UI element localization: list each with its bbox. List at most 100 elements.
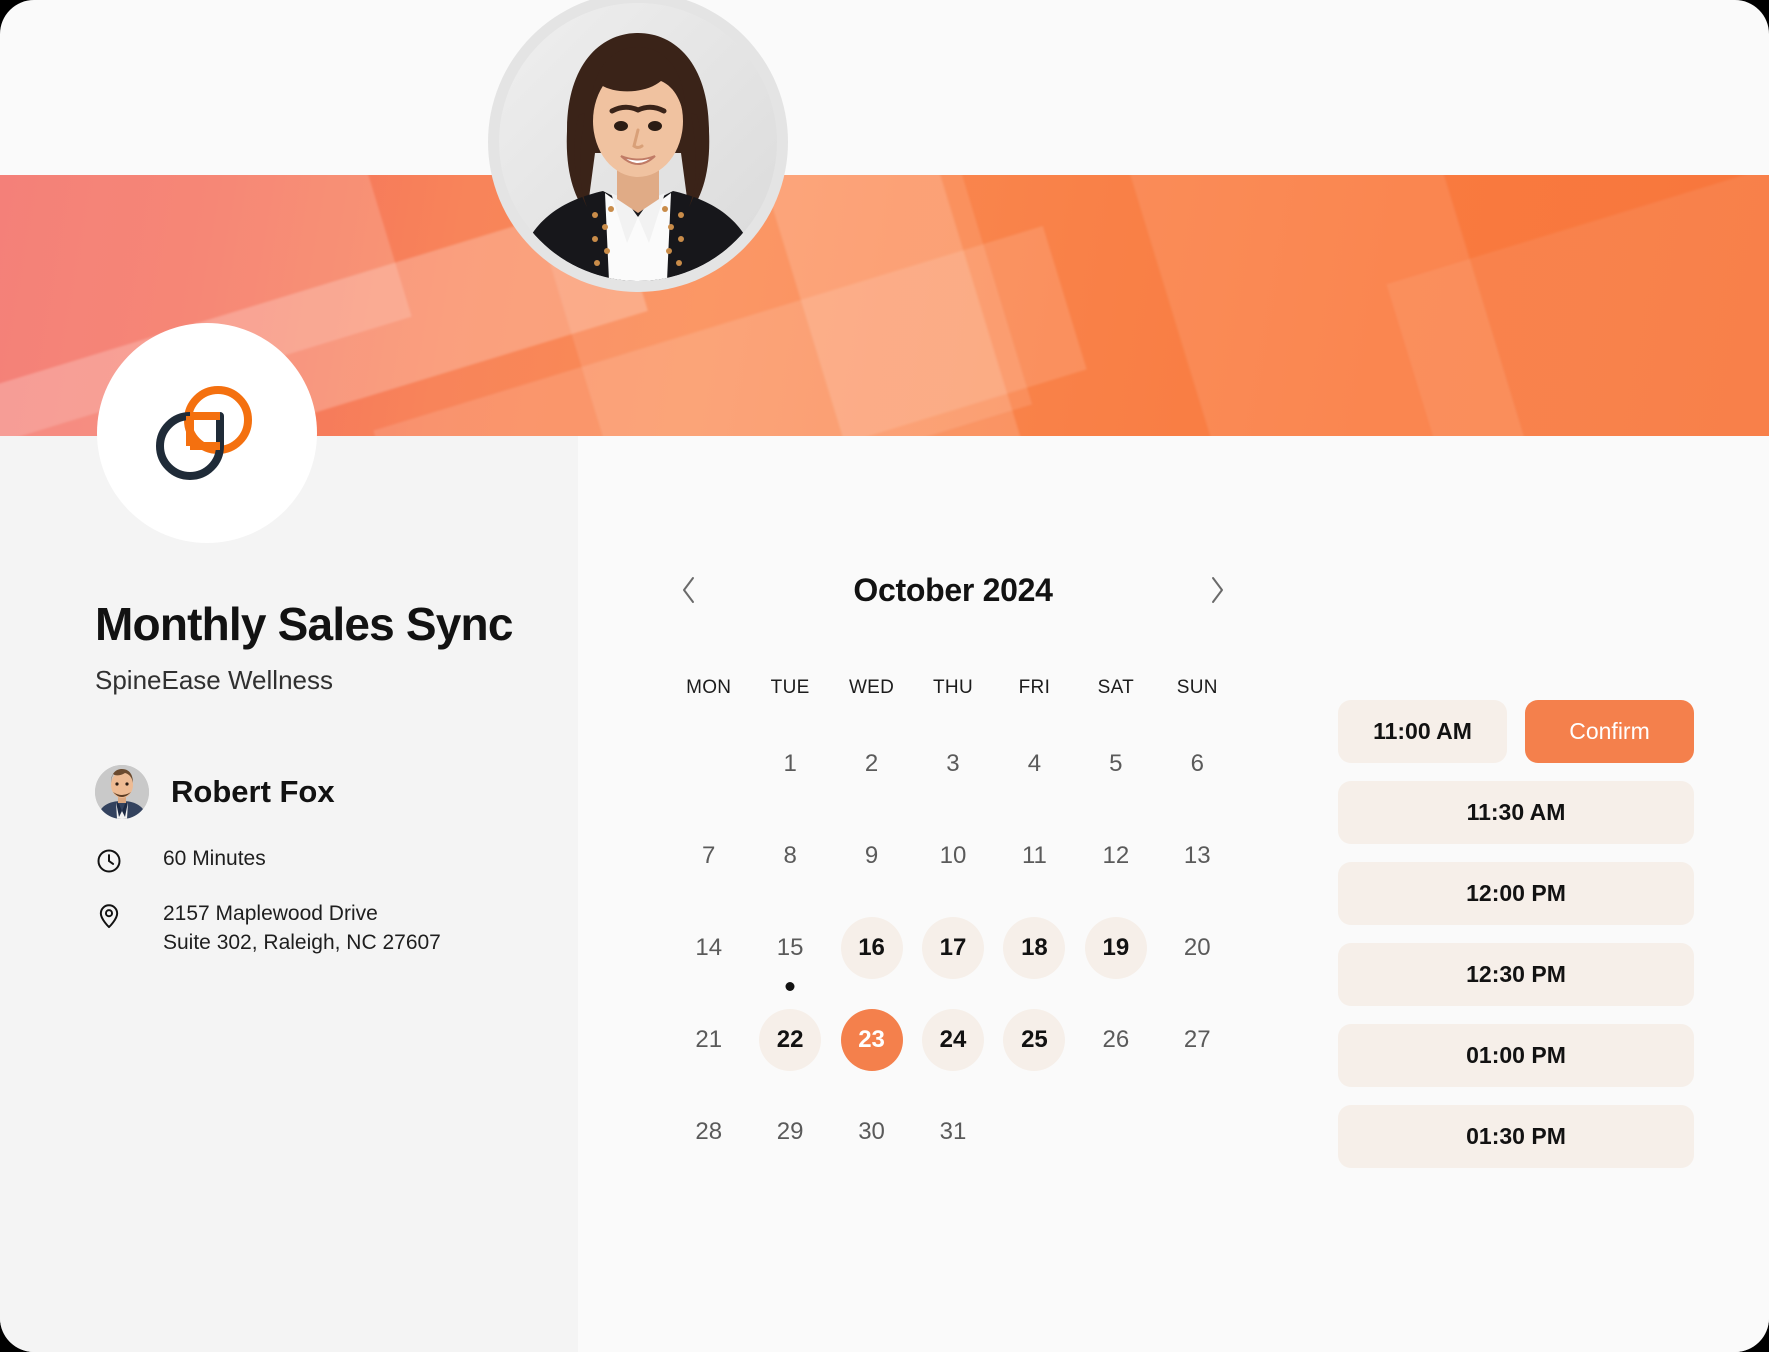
calendar-day[interactable]: 24 <box>921 1009 984 1071</box>
calendar-day: 7 <box>702 842 716 869</box>
calendar-day-cell: 4 <box>994 725 1075 803</box>
calendar-day: 29 <box>776 1118 804 1145</box>
calendar-day: 8 <box>783 842 797 869</box>
event-details-sidebar <box>0 436 578 1352</box>
calendar-day: 20 <box>1183 934 1211 961</box>
calendar-day-cell: 27 <box>1157 1001 1238 1079</box>
host-avatar <box>95 765 149 819</box>
confirm-button[interactable]: Confirm <box>1525 700 1694 763</box>
calendar-header: October 2024 <box>668 560 1238 620</box>
calendar-day-cell: 5 <box>1075 725 1156 803</box>
host-row: Robert Fox <box>95 765 335 819</box>
calendar-day: 5 <box>1109 750 1123 777</box>
address-text: 2157 Maplewood Drive Suite 302, Raleigh,… <box>163 900 441 958</box>
calendar: October 2024 MON TUE WED THU FRI SAT SUN 12345… <box>668 560 1238 1171</box>
calendar-day: 15 <box>776 934 804 961</box>
calendar-blank-cell <box>668 725 749 803</box>
calendar-day-cell: 22 <box>749 1001 830 1079</box>
chevron-right-icon <box>1211 577 1223 603</box>
avatar-portrait-icon <box>499 3 777 281</box>
time-slot[interactable]: 12:00 PM <box>1338 862 1694 925</box>
address-line-1: 2157 Maplewood Drive <box>163 902 378 925</box>
calendar-day[interactable]: 25 <box>1003 1009 1066 1071</box>
calendar-day-cell: 30 <box>831 1093 912 1171</box>
time-slot[interactable]: 01:30 PM <box>1338 1105 1694 1168</box>
calendar-day: 27 <box>1183 1026 1211 1053</box>
calendar-day: 14 <box>695 934 723 961</box>
calendar-day-cell: 9 <box>831 817 912 895</box>
time-slot-list: 11:00 AM Confirm 11:30 AM 12:00 PM 12:30 PM 0… <box>1338 700 1694 1168</box>
calendar-day[interactable]: 22 <box>759 1009 822 1071</box>
weekday-label: FRI <box>1018 677 1051 698</box>
calendar-day-cell: 31 <box>912 1093 993 1171</box>
calendar-day-cell: 12 <box>1075 817 1156 895</box>
organization-name: SpineEase Wellness <box>95 665 333 695</box>
booking-card: Monthly Sales Sync SpineEase Wellness Ro… <box>0 0 1769 1352</box>
calendar-day: 30 <box>858 1118 885 1145</box>
calendar-days-grid: 1 2 3 4 5 6 7 8 9 10 11 12 13 14 15 16 17 18 19 20 21 22 23 24 2… <box>668 725 1238 1171</box>
calendar-day-selected[interactable]: 23 <box>840 1009 903 1071</box>
host-avatar-icon <box>95 765 149 819</box>
calendar-day-cell: 26 <box>1075 1001 1156 1079</box>
time-slot[interactable]: 12:30 PM <box>1338 943 1694 1006</box>
time-slot[interactable]: 11:30 AM <box>1338 781 1694 844</box>
calendar-day-cell: 16 <box>831 909 912 987</box>
prev-month-button[interactable] <box>668 569 710 611</box>
calendar-day: 28 <box>695 1118 723 1145</box>
duration-text: 60 Minutes <box>163 847 266 870</box>
calendar-day-cell: 17 <box>912 909 993 987</box>
calendar-day-cell: 10 <box>912 817 993 895</box>
calendar-day-cell: 7 <box>668 817 749 895</box>
calendar-day-cell: 28 <box>668 1093 749 1171</box>
brand-logo <box>97 323 317 543</box>
weekday-label: SAT <box>1097 677 1135 698</box>
calendar-day-cell: 20 <box>1157 909 1238 987</box>
calendar-day-cell: 23 <box>831 1001 912 1079</box>
weekday-label: SUN <box>1176 677 1218 698</box>
calendar-day: 26 <box>1102 1026 1130 1053</box>
clock-icon <box>95 847 123 875</box>
calendar-day[interactable]: 16 <box>840 917 903 979</box>
weekday-label: WED <box>848 677 895 698</box>
calendar-day: 3 <box>946 750 960 777</box>
brand-logo-icon <box>156 386 252 480</box>
page-title: Monthly Sales Sync <box>95 598 513 650</box>
map-pin-icon <box>95 902 123 930</box>
calendar-day-cell: 3 <box>912 725 993 803</box>
calendar-month-label: October 2024 <box>853 571 1053 608</box>
host-photo-avatar <box>488 0 788 292</box>
calendar-day-cell: 29 <box>749 1093 830 1171</box>
next-month-button[interactable] <box>1196 569 1238 611</box>
calendar-day-cell: 18 <box>994 909 1075 987</box>
weekday-label: TUE <box>770 677 810 698</box>
calendar-day: 21 <box>695 1026 723 1053</box>
weekday-header: MON TUE WED THU FRI SAT SUN <box>668 677 1238 699</box>
time-slot[interactable]: 01:00 PM <box>1338 1024 1694 1087</box>
calendar-day-cell: 11 <box>994 817 1075 895</box>
today-indicator-dot <box>785 982 795 991</box>
calendar-day: 13 <box>1183 842 1211 869</box>
weekday-label: MON <box>686 677 732 698</box>
calendar-day-cell: 24 <box>912 1001 993 1079</box>
calendar-day: 2 <box>864 750 879 777</box>
calendar-day: 9 <box>864 842 879 869</box>
calendar-day[interactable]: 17 <box>921 917 984 979</box>
calendar-day-cell: 19 <box>1075 909 1156 987</box>
calendar-day: 4 <box>1027 750 1042 777</box>
time-slot-selected[interactable]: 11:00 AM <box>1338 700 1507 763</box>
calendar-day-cell: 1 <box>749 725 830 803</box>
calendar-day: 6 <box>1190 750 1204 777</box>
location-row: 2157 Maplewood Drive Suite 302, Raleigh,… <box>95 900 441 958</box>
calendar-day: 1 <box>783 750 797 777</box>
calendar-day[interactable]: 18 <box>1003 917 1066 979</box>
weekday-label: THU <box>933 677 973 698</box>
calendar-day-cell: 25 <box>994 1001 1075 1079</box>
calendar-day-cell: 8 <box>749 817 830 895</box>
calendar-day-cell: 13 <box>1157 817 1238 895</box>
host-name: Robert Fox <box>171 774 335 809</box>
calendar-day: 12 <box>1102 842 1130 869</box>
selected-slot-row: 11:00 AM Confirm <box>1338 700 1694 763</box>
calendar-day-cell: 15 <box>749 909 830 991</box>
calendar-day: 31 <box>939 1118 967 1145</box>
calendar-day[interactable]: 19 <box>1084 917 1147 979</box>
